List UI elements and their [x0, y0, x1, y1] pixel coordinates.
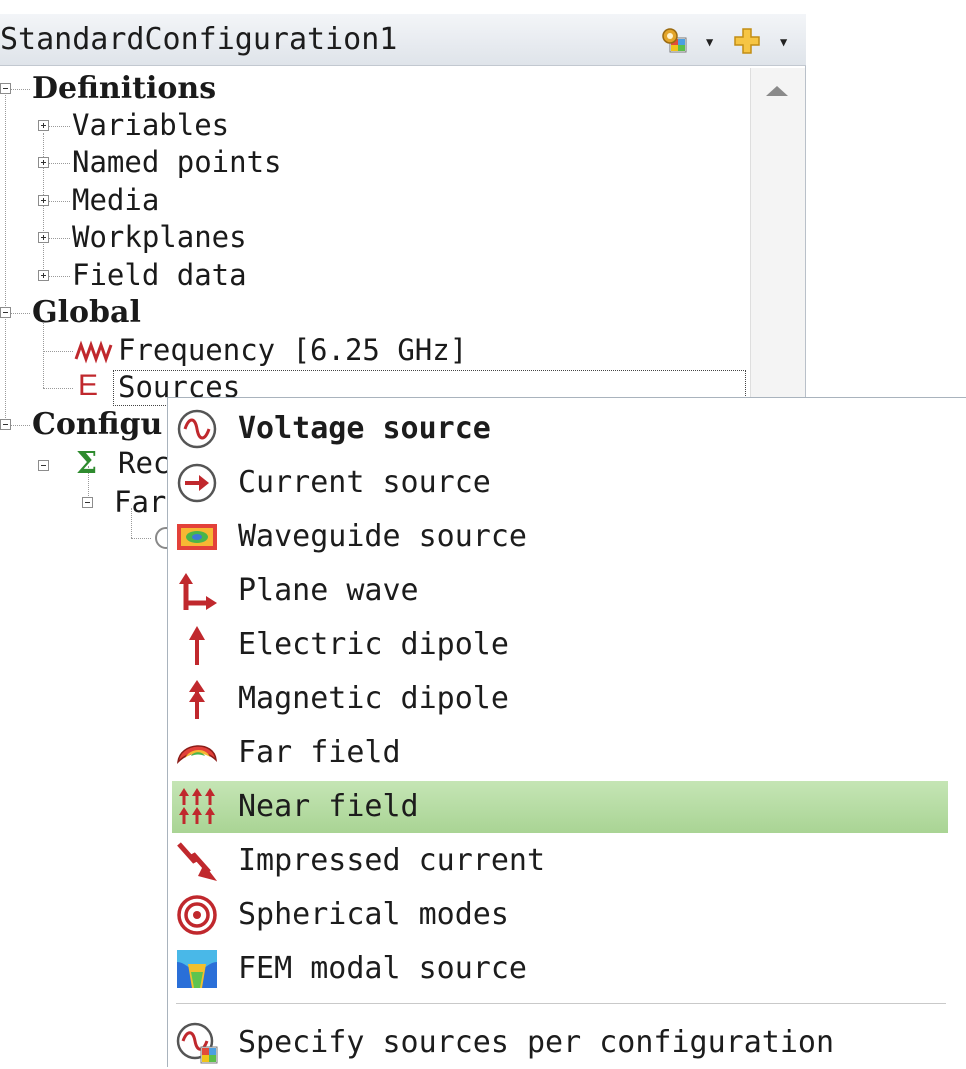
tree-node-named-points[interactable]: Named points [72, 144, 282, 181]
tree-node-workplanes[interactable]: Workplanes [72, 219, 247, 256]
menu-item-label: Waveguide source [238, 519, 527, 554]
gear-grid-icon[interactable] [660, 26, 690, 56]
configurations-collapse-toggle[interactable] [0, 419, 11, 430]
tree-line [48, 201, 70, 202]
menu-item-label: Near field [238, 789, 419, 824]
menu-item-label: Voltage source [238, 411, 491, 446]
menu-item-label: Current source [238, 465, 491, 500]
tree-line [10, 89, 30, 90]
tree-node-configurations[interactable]: Configu [32, 406, 162, 443]
menu-item-far-field[interactable]: Far field [172, 727, 948, 779]
menu-item-electric-dipole[interactable]: Electric dipole [172, 619, 948, 671]
add-dropdown-icon[interactable]: ▼ [780, 36, 787, 48]
tree-line [48, 238, 70, 239]
menu-item-plane-wave[interactable]: Plane wave [172, 565, 948, 617]
workplanes-expand-toggle[interactable] [38, 232, 49, 243]
tree-line [10, 313, 30, 314]
spherical-modes-icon [177, 895, 217, 935]
tree-node-global[interactable]: Global [32, 294, 141, 331]
sigma-icon: Σ [76, 446, 98, 481]
menu-item-label: Specify sources per configuration [238, 1025, 835, 1060]
configuration-header: StandardConfiguration1 ▼ ▼ [0, 14, 806, 66]
menu-item-fem-modal-source[interactable]: FEM modal source [172, 943, 948, 995]
menu-item-specify-sources-per-configuration[interactable]: Specify sources per configuration [172, 1017, 948, 1069]
menu-item-near-field[interactable]: Near field [172, 781, 948, 833]
sources-context-menu: Voltage source Current source Waveguide … [167, 397, 966, 1067]
menu-item-label: Electric dipole [238, 627, 509, 662]
scroll-up-arrow-icon[interactable] [766, 86, 788, 96]
waveguide-source-icon [177, 524, 217, 550]
tree-line [48, 276, 70, 277]
tree-line [48, 126, 70, 127]
tree-line [10, 425, 30, 426]
global-collapse-toggle[interactable] [0, 307, 11, 318]
tree-line [43, 388, 73, 389]
current-source-icon [177, 463, 217, 503]
menu-separator [176, 1003, 946, 1004]
add-plus-icon[interactable] [732, 26, 762, 56]
menu-item-label: Far field [238, 735, 401, 770]
menu-item-waveguide-source[interactable]: Waveguide source [172, 511, 948, 563]
plane-wave-icon [179, 573, 217, 610]
menu-item-voltage-source[interactable]: Voltage source [172, 403, 948, 455]
tree-node-frequency[interactable]: Frequency [6.25 GHz] [118, 332, 467, 369]
configuration-title: StandardConfiguration1 [0, 22, 398, 57]
menu-item-label: FEM modal source [238, 951, 527, 986]
far-field-collapse-toggle[interactable] [82, 497, 93, 508]
menu-item-label: Impressed current [238, 843, 546, 878]
sources-e-icon: E [78, 369, 99, 402]
near-field-icon [179, 788, 215, 824]
gear-dropdown-icon[interactable]: ▼ [706, 36, 713, 48]
menu-item-magnetic-dipole[interactable]: Magnetic dipole [172, 673, 948, 725]
tree-node-far-field[interactable]: Far [114, 484, 166, 521]
menu-item-label: Plane wave [238, 573, 419, 608]
specify-sources-icon [176, 1022, 218, 1064]
far-field-icon [177, 745, 217, 765]
tree-line [43, 133, 44, 281]
variables-expand-toggle[interactable] [38, 120, 49, 131]
tree-line [48, 163, 70, 164]
media-expand-toggle[interactable] [38, 195, 49, 206]
magnetic-dipole-icon [189, 680, 205, 719]
fem-modal-source-icon [177, 950, 217, 988]
tree-node-field-data[interactable]: Field data [72, 257, 247, 294]
impressed-current-icon [177, 842, 217, 881]
tree-line [43, 351, 73, 352]
voltage-source-icon [177, 409, 217, 449]
definitions-collapse-toggle[interactable] [0, 83, 11, 94]
tree-node-requests[interactable]: Rec [118, 445, 170, 482]
menu-item-label: Magnetic dipole [238, 681, 509, 716]
tree-node-variables[interactable]: Variables [72, 107, 229, 144]
field-data-expand-toggle[interactable] [38, 270, 49, 281]
electric-dipole-icon [189, 626, 205, 665]
menu-item-impressed-current[interactable]: Impressed current [172, 835, 948, 887]
requests-collapse-toggle[interactable] [38, 460, 49, 471]
menu-item-label: Spherical modes [238, 897, 509, 932]
menu-item-spherical-modes[interactable]: Spherical modes [172, 889, 948, 941]
tree-line [5, 95, 6, 420]
named-points-expand-toggle[interactable] [38, 157, 49, 168]
menu-item-current-source[interactable]: Current source [172, 457, 948, 509]
tree-node-definitions[interactable]: Definitions [32, 70, 216, 107]
tree-line [131, 538, 151, 539]
tree-node-media[interactable]: Media [72, 182, 159, 219]
frequency-wave-icon [74, 340, 113, 364]
